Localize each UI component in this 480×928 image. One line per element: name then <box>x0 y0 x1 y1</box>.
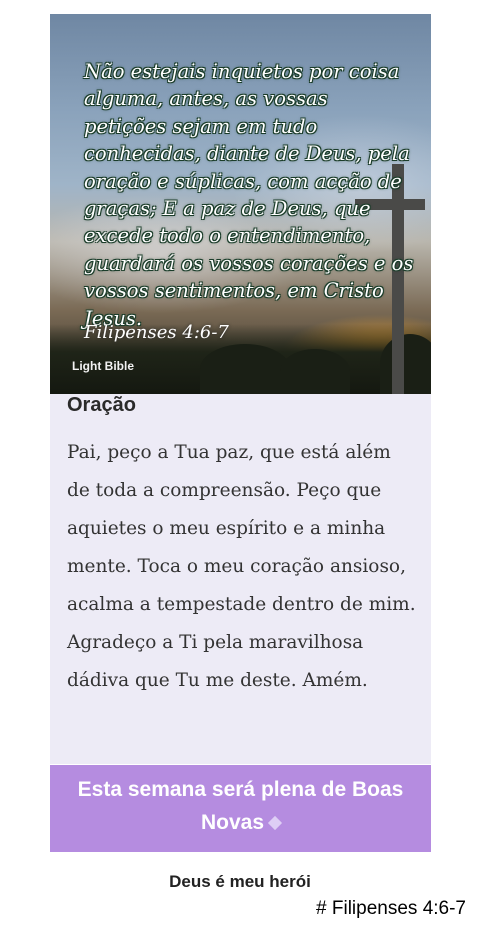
sparkle-icon <box>267 816 283 831</box>
prayer-text: Pai, peço a Tua paz, que está além de to… <box>67 442 416 691</box>
footer-caption: Deus é meu herói <box>169 872 311 891</box>
devotional-card: Não estejais inquietos por coisa alguma,… <box>50 14 431 852</box>
brand-label: Light Bible <box>72 359 134 373</box>
verse-image: Não estejais inquietos por coisa alguma,… <box>50 14 431 394</box>
banner-text: Esta semana será plena de Boas Novas <box>77 778 404 834</box>
hashtag-label: # Filipenses 4:6-7 <box>312 896 470 922</box>
verse-text: Não estejais inquietos por coisa alguma,… <box>84 60 414 330</box>
verse-reference: Filipenses 4:6-7 <box>84 322 229 343</box>
tree-shape <box>380 334 431 394</box>
announcement-banner: Esta semana será plena de Boas Novas <box>50 765 431 852</box>
tree-shape <box>280 349 350 394</box>
tree-shape <box>200 344 290 394</box>
prayer-title: Oração <box>67 394 136 416</box>
